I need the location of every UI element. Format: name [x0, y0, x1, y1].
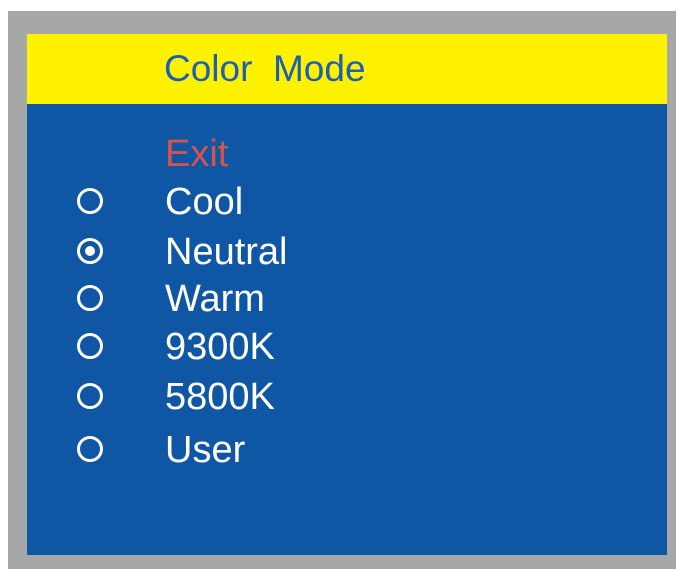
option-warm[interactable]: Warm	[27, 277, 667, 325]
radio-unselected-icon[interactable]	[77, 383, 103, 409]
option-5800k[interactable]: 5800K	[27, 375, 667, 423]
option-label: Cool	[165, 181, 244, 223]
menu-title: Color Mode	[164, 48, 366, 89]
radio-unselected-icon[interactable]	[77, 436, 103, 462]
option-label: Warm	[165, 278, 265, 320]
option-label: 9300K	[165, 326, 275, 368]
option-neutral[interactable]: Neutral	[27, 230, 667, 278]
color-mode-menu: Color Mode Exit Cool Neutral Warm 9300K …	[27, 34, 667, 555]
title-bar: Color Mode	[27, 34, 667, 104]
radio-dot-icon	[85, 246, 95, 256]
option-label: User	[165, 429, 246, 471]
radio-unselected-icon[interactable]	[77, 285, 103, 311]
exit-menu-item[interactable]: Exit	[165, 132, 228, 176]
radio-unselected-icon[interactable]	[77, 188, 103, 214]
option-label: Neutral	[165, 231, 288, 273]
option-cool[interactable]: Cool	[27, 180, 667, 228]
radio-selected-icon[interactable]	[77, 238, 103, 264]
option-label: 5800K	[165, 376, 275, 418]
radio-unselected-icon[interactable]	[77, 333, 103, 359]
option-9300k[interactable]: 9300K	[27, 325, 667, 373]
option-user[interactable]: User	[27, 428, 667, 476]
